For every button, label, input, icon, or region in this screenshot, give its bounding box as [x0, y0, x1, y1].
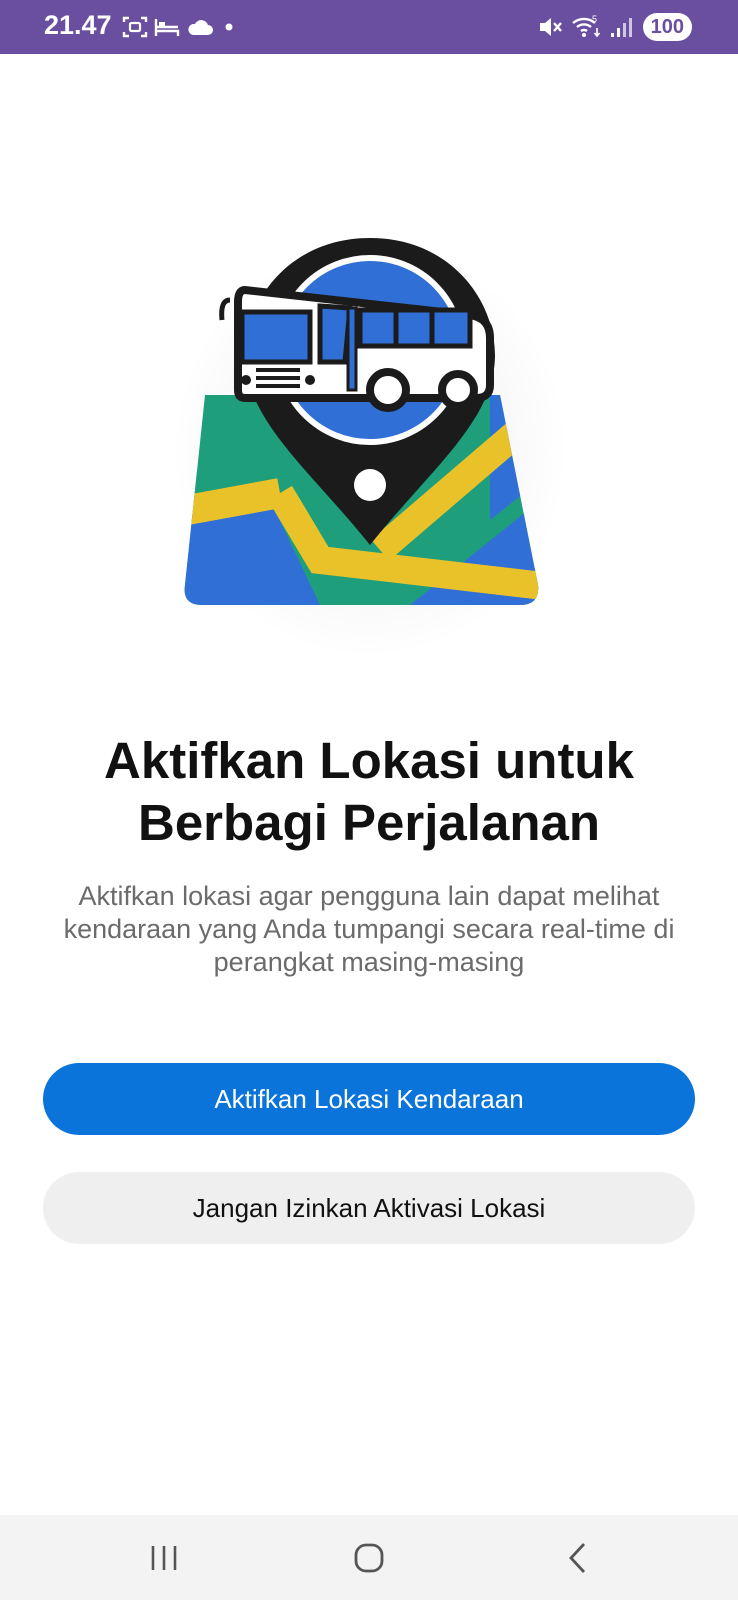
bus-map-pin-icon	[184, 238, 539, 605]
page-title: Aktifkan Lokasi untuk Berbagi Perjalanan	[104, 732, 634, 851]
wifi-icon: 5	[571, 14, 600, 38]
enable-location-button[interactable]: Aktifkan Lokasi Kendaraan	[43, 1063, 695, 1135]
deny-location-button[interactable]: Jangan Izinkan Aktivasi Lokasi	[43, 1172, 695, 1244]
svg-text:5: 5	[592, 14, 597, 24]
mute-icon	[539, 18, 562, 36]
status-left-icons	[122, 14, 238, 40]
back-button[interactable]	[548, 1537, 608, 1579]
dot-icon	[225, 23, 233, 31]
cloud-icon	[188, 20, 213, 35]
sleep-icon	[154, 19, 180, 36]
recent-apps-icon	[151, 1546, 177, 1570]
page-description: Aktifkan lokasi agar pengguna lain dapat…	[63, 881, 675, 977]
back-icon	[569, 1543, 586, 1573]
hero-illustration	[160, 220, 578, 660]
screenshot-icon	[122, 16, 148, 38]
signal-icon	[610, 18, 632, 37]
navigation-bar	[0, 1515, 738, 1600]
status-time: 21.47	[44, 10, 112, 40]
home-icon	[354, 1543, 384, 1573]
recent-apps-button[interactable]	[134, 1537, 194, 1579]
home-button[interactable]	[339, 1537, 399, 1579]
status-bar: 21.47 5 100	[0, 0, 738, 54]
battery-indicator: 100	[642, 13, 692, 41]
status-right-icons: 5 100	[537, 10, 692, 44]
